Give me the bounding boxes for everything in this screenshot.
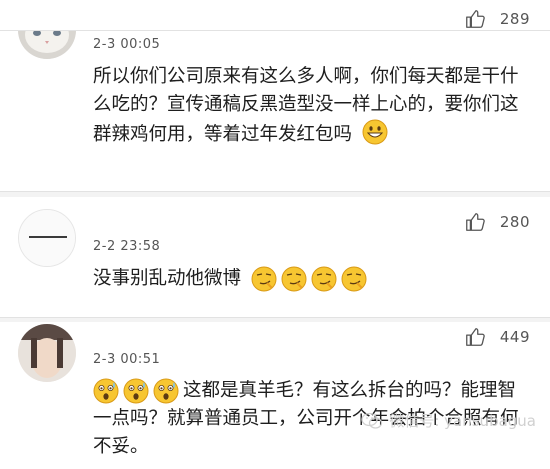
- astonished-face-emoji: [123, 378, 149, 404]
- comment-body: 所以你们公司原来有这么多人啊，你们每天都是干什么吃的？宣传通稿反黑造型没一样上心…: [93, 66, 519, 145]
- comment-timestamp: 2-2 23:58: [93, 239, 161, 254]
- emoji-group: [247, 266, 367, 292]
- comment-text: 所以你们公司原来有这么多人啊，你们每天都是干什么吃的？宣传通稿反黑造型没一样上心…: [93, 63, 533, 149]
- smirking-face-emoji: [311, 266, 337, 292]
- like-button[interactable]: 280: [464, 211, 530, 233]
- smirking-face-emoji: [341, 266, 367, 292]
- blank-avatar-image: [19, 210, 75, 266]
- comment-text: 没事别乱动他微博: [93, 265, 533, 293]
- thumbs-up-icon: [465, 213, 485, 231]
- comment-card-top-partial: 289: [0, 0, 550, 30]
- wechat-icon: [361, 412, 383, 429]
- avatar[interactable]: [18, 324, 76, 382]
- comment-timestamp: 2-3 00:51: [93, 352, 161, 367]
- like-count: 280: [499, 213, 530, 231]
- comment-timestamp: 2-3 00:05: [93, 37, 161, 52]
- like-count: 449: [499, 328, 530, 346]
- divider: [0, 191, 550, 192]
- like-count: 289: [499, 10, 530, 28]
- comment-card[interactable]: 280 2-2 23:58 没事别乱动他微博: [0, 197, 550, 317]
- smirking-face-emoji: [251, 266, 277, 292]
- avatar[interactable]: [18, 31, 76, 59]
- avatar[interactable]: [18, 209, 76, 267]
- like-button[interactable]: 289: [464, 8, 530, 30]
- astonished-face-emoji: [93, 378, 119, 404]
- comment-body: 没事别乱动他微博: [93, 268, 242, 289]
- comment-card[interactable]: 2-3 00:05 所以你们公司原来有这么多人啊，你们每天都是干什么吃的？宣传通…: [0, 31, 550, 191]
- grinning-face-emoji: [362, 119, 388, 145]
- person-avatar-image: [18, 324, 76, 382]
- smirking-face-emoji: [281, 266, 307, 292]
- comment-card[interactable]: 449 2-3 00:51 这都是真羊毛？有这么拆台的吗？能理智一点吗？就算普通…: [0, 322, 550, 469]
- wechat-watermark: 微信号: yansubagua: [361, 410, 536, 431]
- thumbs-up-icon: [465, 328, 485, 346]
- like-button[interactable]: 449: [464, 326, 530, 348]
- watermark-label: 微信号: yansubagua: [389, 412, 536, 430]
- cat-avatar-image: [18, 31, 76, 59]
- thumbs-up-icon: [465, 10, 485, 28]
- emoji-group: [93, 378, 183, 404]
- divider: [0, 317, 550, 318]
- astonished-face-emoji: [153, 378, 179, 404]
